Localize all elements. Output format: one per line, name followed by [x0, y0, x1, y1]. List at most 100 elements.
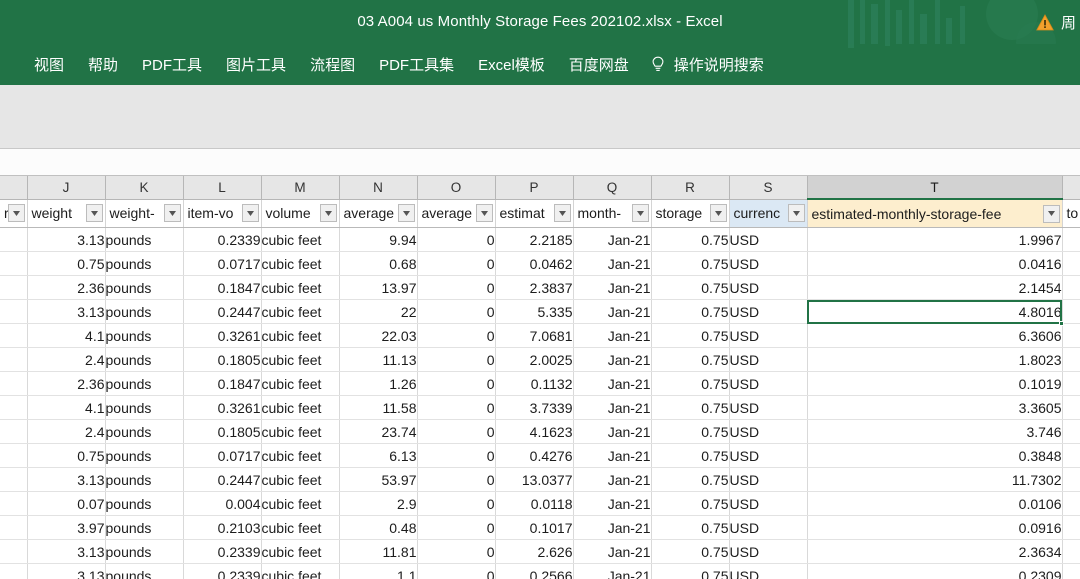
cell-average-2[interactable]: 0	[417, 467, 496, 492]
cell-storage-rate[interactable]: 0.75	[651, 323, 730, 348]
filter-dropdown-icon[interactable]	[1042, 204, 1060, 223]
cell-average-2[interactable]: 0	[417, 443, 496, 468]
cell-month[interactable]: Jan-21	[573, 515, 652, 540]
cell-storage-rate[interactable]: 0.75	[651, 563, 730, 579]
cell-item-volume[interactable]: 0.0717	[183, 443, 262, 468]
cell-estimated[interactable]: 0.2566	[495, 563, 574, 579]
cell-weight[interactable]: 3.13	[27, 467, 106, 492]
cell-estimated-monthly-storage-fee[interactable]: 1.9967	[807, 227, 1063, 252]
cell-average-1[interactable]: 13.97	[339, 275, 418, 300]
cell-currency[interactable]: USD	[729, 443, 808, 468]
cell-weight-unit[interactable]: pounds	[105, 299, 184, 324]
cell-estimated[interactable]: 5.335	[495, 299, 574, 324]
cell-rowhead[interactable]	[0, 419, 28, 444]
filter-dropdown-icon[interactable]	[787, 204, 805, 223]
cell-estimated[interactable]: 7.0681	[495, 323, 574, 348]
cell-weight-unit[interactable]: pounds	[105, 515, 184, 540]
cell-rowhead[interactable]	[0, 443, 28, 468]
cell-next[interactable]	[1062, 323, 1080, 348]
cell-item-volume[interactable]: 0.2103	[183, 515, 262, 540]
cell-next[interactable]	[1062, 395, 1080, 420]
cell-rowhead[interactable]	[0, 371, 28, 396]
cell-rowhead[interactable]	[0, 347, 28, 372]
cell-average-1[interactable]: 11.13	[339, 347, 418, 372]
cell-month[interactable]: Jan-21	[573, 539, 652, 564]
cell-estimated[interactable]: 0.0118	[495, 491, 574, 516]
filter-dropdown-icon[interactable]	[85, 204, 103, 223]
filter-dropdown-icon[interactable]	[397, 204, 415, 223]
cell-month[interactable]: Jan-21	[573, 419, 652, 444]
cell-volume-unit[interactable]: cubic feet	[261, 323, 340, 348]
cell-weight[interactable]: 0.75	[27, 251, 106, 276]
tab-excel-templates[interactable]: Excel模板	[466, 50, 557, 79]
cell-item-volume[interactable]: 0.1805	[183, 347, 262, 372]
tab-pdf-toolset[interactable]: PDF工具集	[367, 50, 466, 79]
cell-volume-unit[interactable]: cubic feet	[261, 227, 340, 252]
cell-estimated-monthly-storage-fee[interactable]: 0.0106	[807, 491, 1063, 516]
cell-estimated-monthly-storage-fee[interactable]: 0.2309	[807, 563, 1063, 579]
field-header-weight-unit[interactable]: weight-	[105, 199, 184, 228]
cell-weight[interactable]: 2.4	[27, 347, 106, 372]
cell-average-2[interactable]: 0	[417, 227, 496, 252]
cell-weight-unit[interactable]: pounds	[105, 491, 184, 516]
cell-item-volume[interactable]: 0.1847	[183, 275, 262, 300]
cell-estimated[interactable]: 13.0377	[495, 467, 574, 492]
cell-average-1[interactable]: 22.03	[339, 323, 418, 348]
cell-weight-unit[interactable]: pounds	[105, 539, 184, 564]
cell-item-volume[interactable]: 0.2447	[183, 467, 262, 492]
cell-estimated-monthly-storage-fee[interactable]: 2.1454	[807, 275, 1063, 300]
cell-currency[interactable]: USD	[729, 227, 808, 252]
cell-rowhead[interactable]	[0, 515, 28, 540]
cell-currency[interactable]: USD	[729, 539, 808, 564]
field-header-average-2[interactable]: average	[417, 199, 496, 228]
cell-item-volume[interactable]: 0.2447	[183, 299, 262, 324]
tab-view[interactable]: 视图	[22, 50, 76, 79]
cell-next[interactable]	[1062, 491, 1080, 516]
cell-item-volume[interactable]: 0.004	[183, 491, 262, 516]
cell-currency[interactable]: USD	[729, 347, 808, 372]
cell-next[interactable]	[1062, 347, 1080, 372]
cell-average-1[interactable]: 1.1	[339, 563, 418, 579]
cell-next[interactable]	[1062, 515, 1080, 540]
tab-pdf-tools[interactable]: PDF工具	[130, 50, 214, 79]
cell-estimated[interactable]: 0.1132	[495, 371, 574, 396]
cell-estimated[interactable]: 3.7339	[495, 395, 574, 420]
cell-volume-unit[interactable]: cubic feet	[261, 563, 340, 579]
tab-flowchart[interactable]: 流程图	[298, 50, 367, 79]
cell-next[interactable]	[1062, 563, 1080, 579]
filter-dropdown-icon[interactable]	[7, 204, 25, 223]
cell-storage-rate[interactable]: 0.75	[651, 299, 730, 324]
cell-volume-unit[interactable]: cubic feet	[261, 299, 340, 324]
cell-weight[interactable]: 2.4	[27, 419, 106, 444]
cell-average-1[interactable]: 6.13	[339, 443, 418, 468]
cell-estimated-monthly-storage-fee[interactable]: 0.0916	[807, 515, 1063, 540]
field-header-item-volume[interactable]: item-vo	[183, 199, 262, 228]
cell-average-2[interactable]: 0	[417, 323, 496, 348]
cell-currency[interactable]: USD	[729, 251, 808, 276]
cell-month[interactable]: Jan-21	[573, 323, 652, 348]
cell-weight-unit[interactable]: pounds	[105, 563, 184, 579]
col-header-Q[interactable]: Q	[573, 176, 652, 200]
cell-estimated-monthly-storage-fee[interactable]: 4.8016	[807, 299, 1063, 324]
col-header-T[interactable]: T	[807, 176, 1063, 200]
field-header-storage-rate[interactable]: storage	[651, 199, 730, 228]
cell-month[interactable]: Jan-21	[573, 227, 652, 252]
col-header-S[interactable]: S	[729, 176, 808, 200]
cell-volume-unit[interactable]: cubic feet	[261, 515, 340, 540]
tell-me-search[interactable]: 操作说明搜索	[651, 54, 764, 75]
cell-storage-rate[interactable]: 0.75	[651, 443, 730, 468]
cell-estimated-monthly-storage-fee[interactable]: 3.746	[807, 419, 1063, 444]
cell-weight[interactable]: 3.13	[27, 563, 106, 579]
field-header-volume-unit[interactable]: volume	[261, 199, 340, 228]
cell-rowhead[interactable]	[0, 227, 28, 252]
filter-dropdown-icon[interactable]	[631, 204, 649, 223]
cell-average-2[interactable]: 0	[417, 419, 496, 444]
cell-estimated-monthly-storage-fee[interactable]: 1.8023	[807, 347, 1063, 372]
cell-weight-unit[interactable]: pounds	[105, 347, 184, 372]
cell-average-1[interactable]: 23.74	[339, 419, 418, 444]
cell-weight[interactable]: 4.1	[27, 323, 106, 348]
cell-month[interactable]: Jan-21	[573, 251, 652, 276]
field-header-weight[interactable]: weight	[27, 199, 106, 228]
cell-next[interactable]	[1062, 539, 1080, 564]
cell-month[interactable]: Jan-21	[573, 275, 652, 300]
